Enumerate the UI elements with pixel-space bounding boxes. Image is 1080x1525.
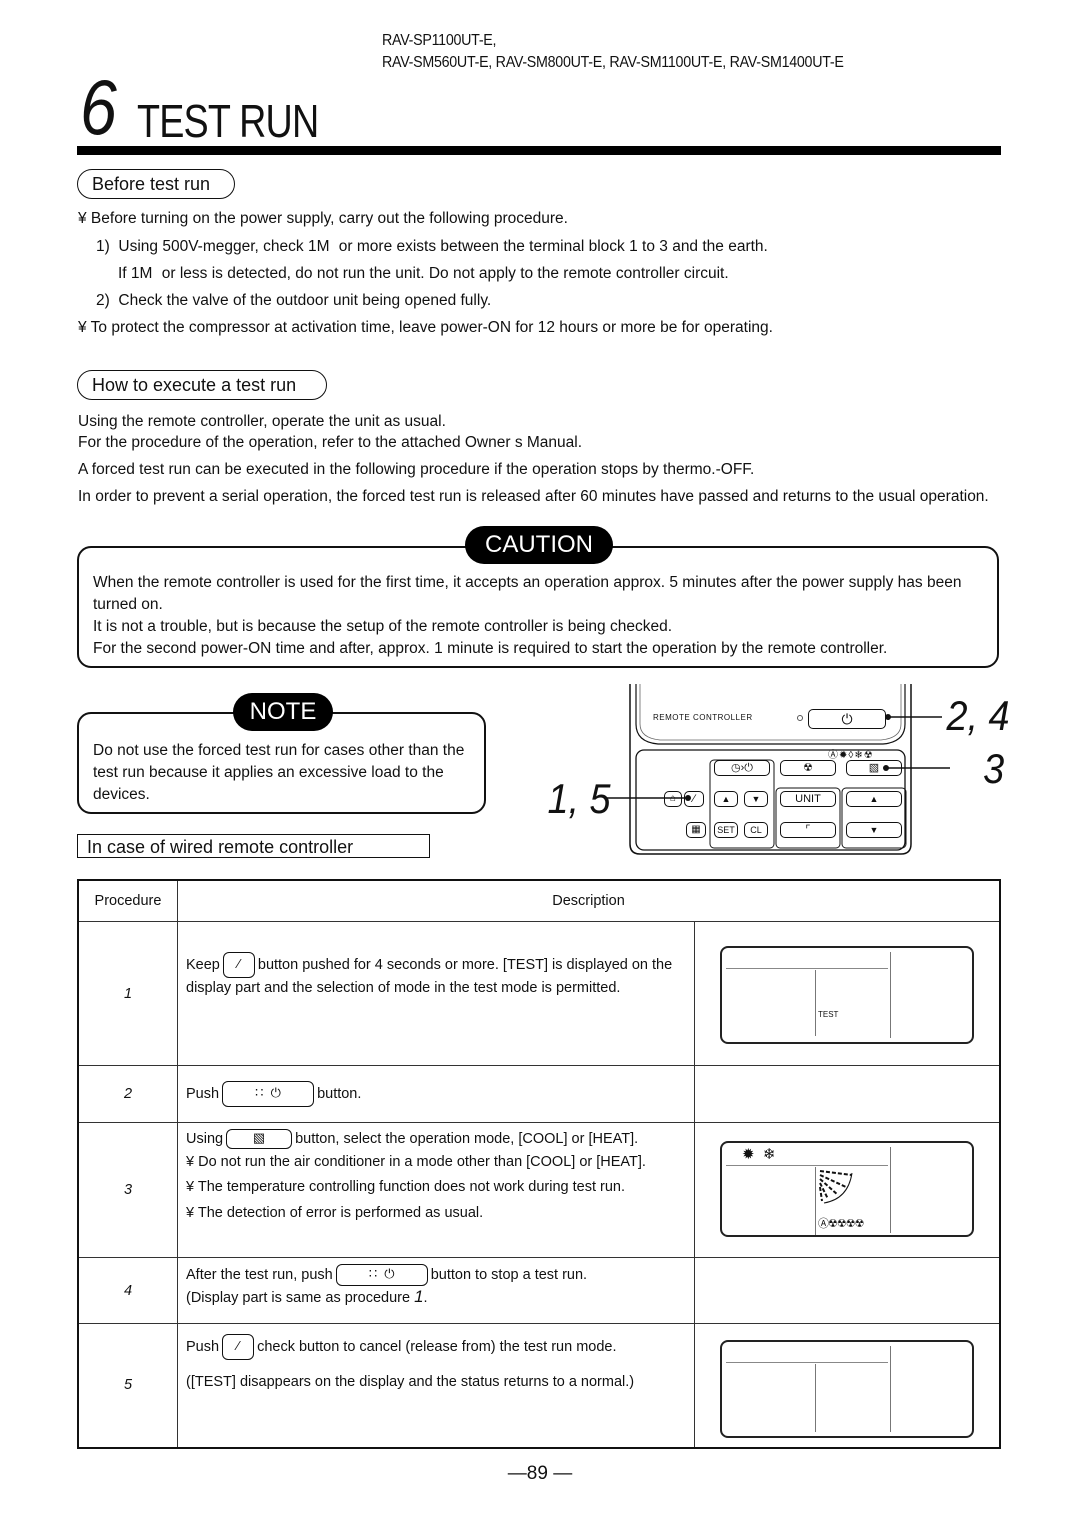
step-number: 2 bbox=[77, 1065, 178, 1123]
set-button[interactable]: SET bbox=[714, 822, 738, 838]
lcd-cell bbox=[694, 1065, 1001, 1123]
step-text-pre: Push bbox=[186, 1338, 220, 1355]
check-button-icon: ∕ bbox=[222, 952, 255, 978]
step-bullet: ¥ The detection of error is performed as… bbox=[186, 1205, 484, 1221]
mode-button-icon: ▧ bbox=[226, 1129, 293, 1150]
lcd-cell bbox=[694, 1323, 1001, 1448]
step-description: Push ∕ check button to cancel (release fro… bbox=[177, 1323, 695, 1448]
caution-badge: CAUTION bbox=[465, 526, 613, 564]
step-text-line2: ([TEST] disappears on the display and th… bbox=[186, 1374, 635, 1390]
check-button-icon: ∕ bbox=[222, 1334, 255, 1360]
cl-button[interactable]: CL bbox=[744, 822, 768, 838]
procedure-ref: 1 bbox=[414, 1287, 424, 1306]
table-row: 1 Keep ∕ button pushed for 4 seconds or mo… bbox=[77, 921, 1001, 1066]
caution-box: When the remote controller is used for t… bbox=[77, 546, 999, 668]
section-heading-before-test-run: Before test run bbox=[77, 169, 236, 199]
step-description: Keep ∕ button pushed for 4 seconds or more… bbox=[177, 921, 695, 1066]
lcd-fan-speed: Ⓐ☢☢☢☢ bbox=[818, 1218, 864, 1230]
page-number-value: 89 bbox=[526, 1463, 548, 1484]
lcd-cell bbox=[694, 1257, 1001, 1324]
step-text-pre: After the test run, push bbox=[186, 1266, 333, 1283]
chapter-title: TEST RUN bbox=[137, 95, 319, 147]
wired-remote-heading: In case of wired remote controller bbox=[77, 834, 430, 858]
step-description: After the test run, push ∷ ⏻ button to sto… bbox=[177, 1257, 695, 1324]
louver-button[interactable]: ⌜ bbox=[780, 822, 836, 838]
table-row: 2 Push ∷ ⏻ button. bbox=[77, 1065, 1001, 1123]
before-item-4: 2) Check the valve of the outdoor unit b… bbox=[96, 292, 492, 309]
model-list: RAV-SP1100UT-E, RAV-SM560UT-E, RAV-SM800… bbox=[382, 30, 844, 74]
section-heading-how-to-execute: How to execute a test run bbox=[77, 370, 328, 400]
before-item-2: 1) Using 500V-megger, check 1M or more e… bbox=[96, 238, 768, 255]
step-text-line2: (Display part is same as procedure bbox=[186, 1290, 411, 1306]
triangle-down-icon: ▼ bbox=[869, 825, 879, 835]
before-item-1: ¥ Before turning on the power supply, ca… bbox=[78, 210, 568, 227]
step-text-pre: Keep bbox=[186, 956, 220, 973]
how-para-3: A forced test run can be executed in the… bbox=[78, 461, 755, 478]
step-number: 5 bbox=[77, 1323, 178, 1448]
lcd-mode-icons: ✹ ❄ bbox=[742, 1146, 776, 1163]
before-item-5: ¥ To protect the compressor at activatio… bbox=[78, 319, 773, 336]
step-text-post: button to stop a test run. bbox=[430, 1266, 588, 1283]
step-description: Push ∷ ⏻ button. bbox=[177, 1065, 695, 1123]
chapter-number: 6 bbox=[80, 63, 117, 151]
how-para-4: In order to prevent a serial operation, … bbox=[78, 488, 989, 505]
power-button-icon: ∷ ⏻ bbox=[335, 1264, 428, 1286]
step-bullet: ¥ Do not run the air conditioner in a mo… bbox=[186, 1154, 646, 1170]
callout-lines bbox=[605, 714, 950, 801]
how-para-2: For the procedure of the operation, refe… bbox=[78, 434, 583, 451]
callout-check: 1, 5 bbox=[547, 775, 611, 822]
callout-power: 2, 4 bbox=[946, 692, 1010, 739]
page-number: —89 — bbox=[507, 1463, 573, 1484]
step-text-post: check button to cancel (release from) th… bbox=[257, 1338, 617, 1355]
step-text-post: button, select the operation mode, [COOL… bbox=[295, 1131, 639, 1147]
caution-line-2: It is not a trouble, but is because the … bbox=[93, 618, 673, 635]
table-row: 4 After the test run, push ∷ ⏻ button to s… bbox=[77, 1257, 1001, 1324]
caution-line-1: When the remote controller is used for t… bbox=[93, 574, 962, 613]
page-title: 6 TEST RUN bbox=[80, 62, 359, 146]
louver-icon: ⌜ bbox=[805, 824, 811, 836]
lcd-display bbox=[720, 1340, 974, 1438]
power-button-icon: ∷ ⏻ bbox=[222, 1081, 315, 1107]
step-bullet: ¥ The temperature controlling function d… bbox=[186, 1179, 626, 1195]
step-text-pre: Push bbox=[186, 1085, 220, 1102]
before-item-3: If 1M or less is detected, do not run th… bbox=[118, 265, 729, 282]
temp-down-button[interactable]: ▼ bbox=[846, 822, 902, 838]
step-description: Using ▧ button, select the operation mode,… bbox=[177, 1122, 695, 1258]
caution-line-3: For the second power-ON time and after, … bbox=[93, 640, 888, 657]
step-text-post: button pushed for 4 seconds or more. [TE… bbox=[186, 956, 673, 996]
note-badge: NOTE bbox=[233, 693, 333, 731]
title-rule bbox=[77, 146, 1001, 155]
grid-icon: ▦ bbox=[691, 824, 701, 835]
step-number: 4 bbox=[77, 1257, 178, 1324]
lcd-cell: TEST bbox=[694, 921, 1001, 1066]
model-line-2: RAV-SM560UT-E, RAV-SM800UT-E, RAV-SM1100… bbox=[382, 54, 844, 71]
filter-button[interactable]: ▦ bbox=[686, 822, 706, 838]
procedure-table: Procedure Description 1 Keep ∕ button push… bbox=[77, 879, 1001, 1449]
col-description: Description bbox=[177, 879, 1001, 922]
model-line-1: RAV-SP1100UT-E, bbox=[382, 32, 497, 49]
table-row: 5 Push ∕ check button to cancel (release f… bbox=[77, 1323, 1001, 1448]
table-header-row: Procedure Description bbox=[77, 879, 1001, 922]
louver-swing-icon bbox=[819, 1170, 853, 1204]
step-number: 1 bbox=[77, 921, 178, 1066]
step-text-pre: Using bbox=[186, 1131, 224, 1147]
step-text-end: . bbox=[423, 1290, 428, 1306]
callout-mode: 3 bbox=[983, 745, 1005, 792]
step-text-post: button. bbox=[317, 1085, 362, 1102]
lcd-test-indicator: TEST bbox=[818, 1010, 839, 1019]
note-text: Do not use the forced test run for cases… bbox=[93, 742, 465, 803]
lcd-cell: ✹ ❄ Ⓐ☢☢☢☢ bbox=[694, 1122, 1001, 1258]
col-procedure: Procedure bbox=[77, 879, 178, 922]
how-para-1: Using the remote controller, operate the… bbox=[78, 413, 446, 430]
table-row: 3 Using ▧ button, select the operation mod… bbox=[77, 1122, 1001, 1258]
lcd-display: ✹ ❄ Ⓐ☢☢☢☢ bbox=[720, 1141, 974, 1237]
step-number: 3 bbox=[77, 1122, 178, 1258]
lcd-display: TEST bbox=[720, 946, 974, 1044]
